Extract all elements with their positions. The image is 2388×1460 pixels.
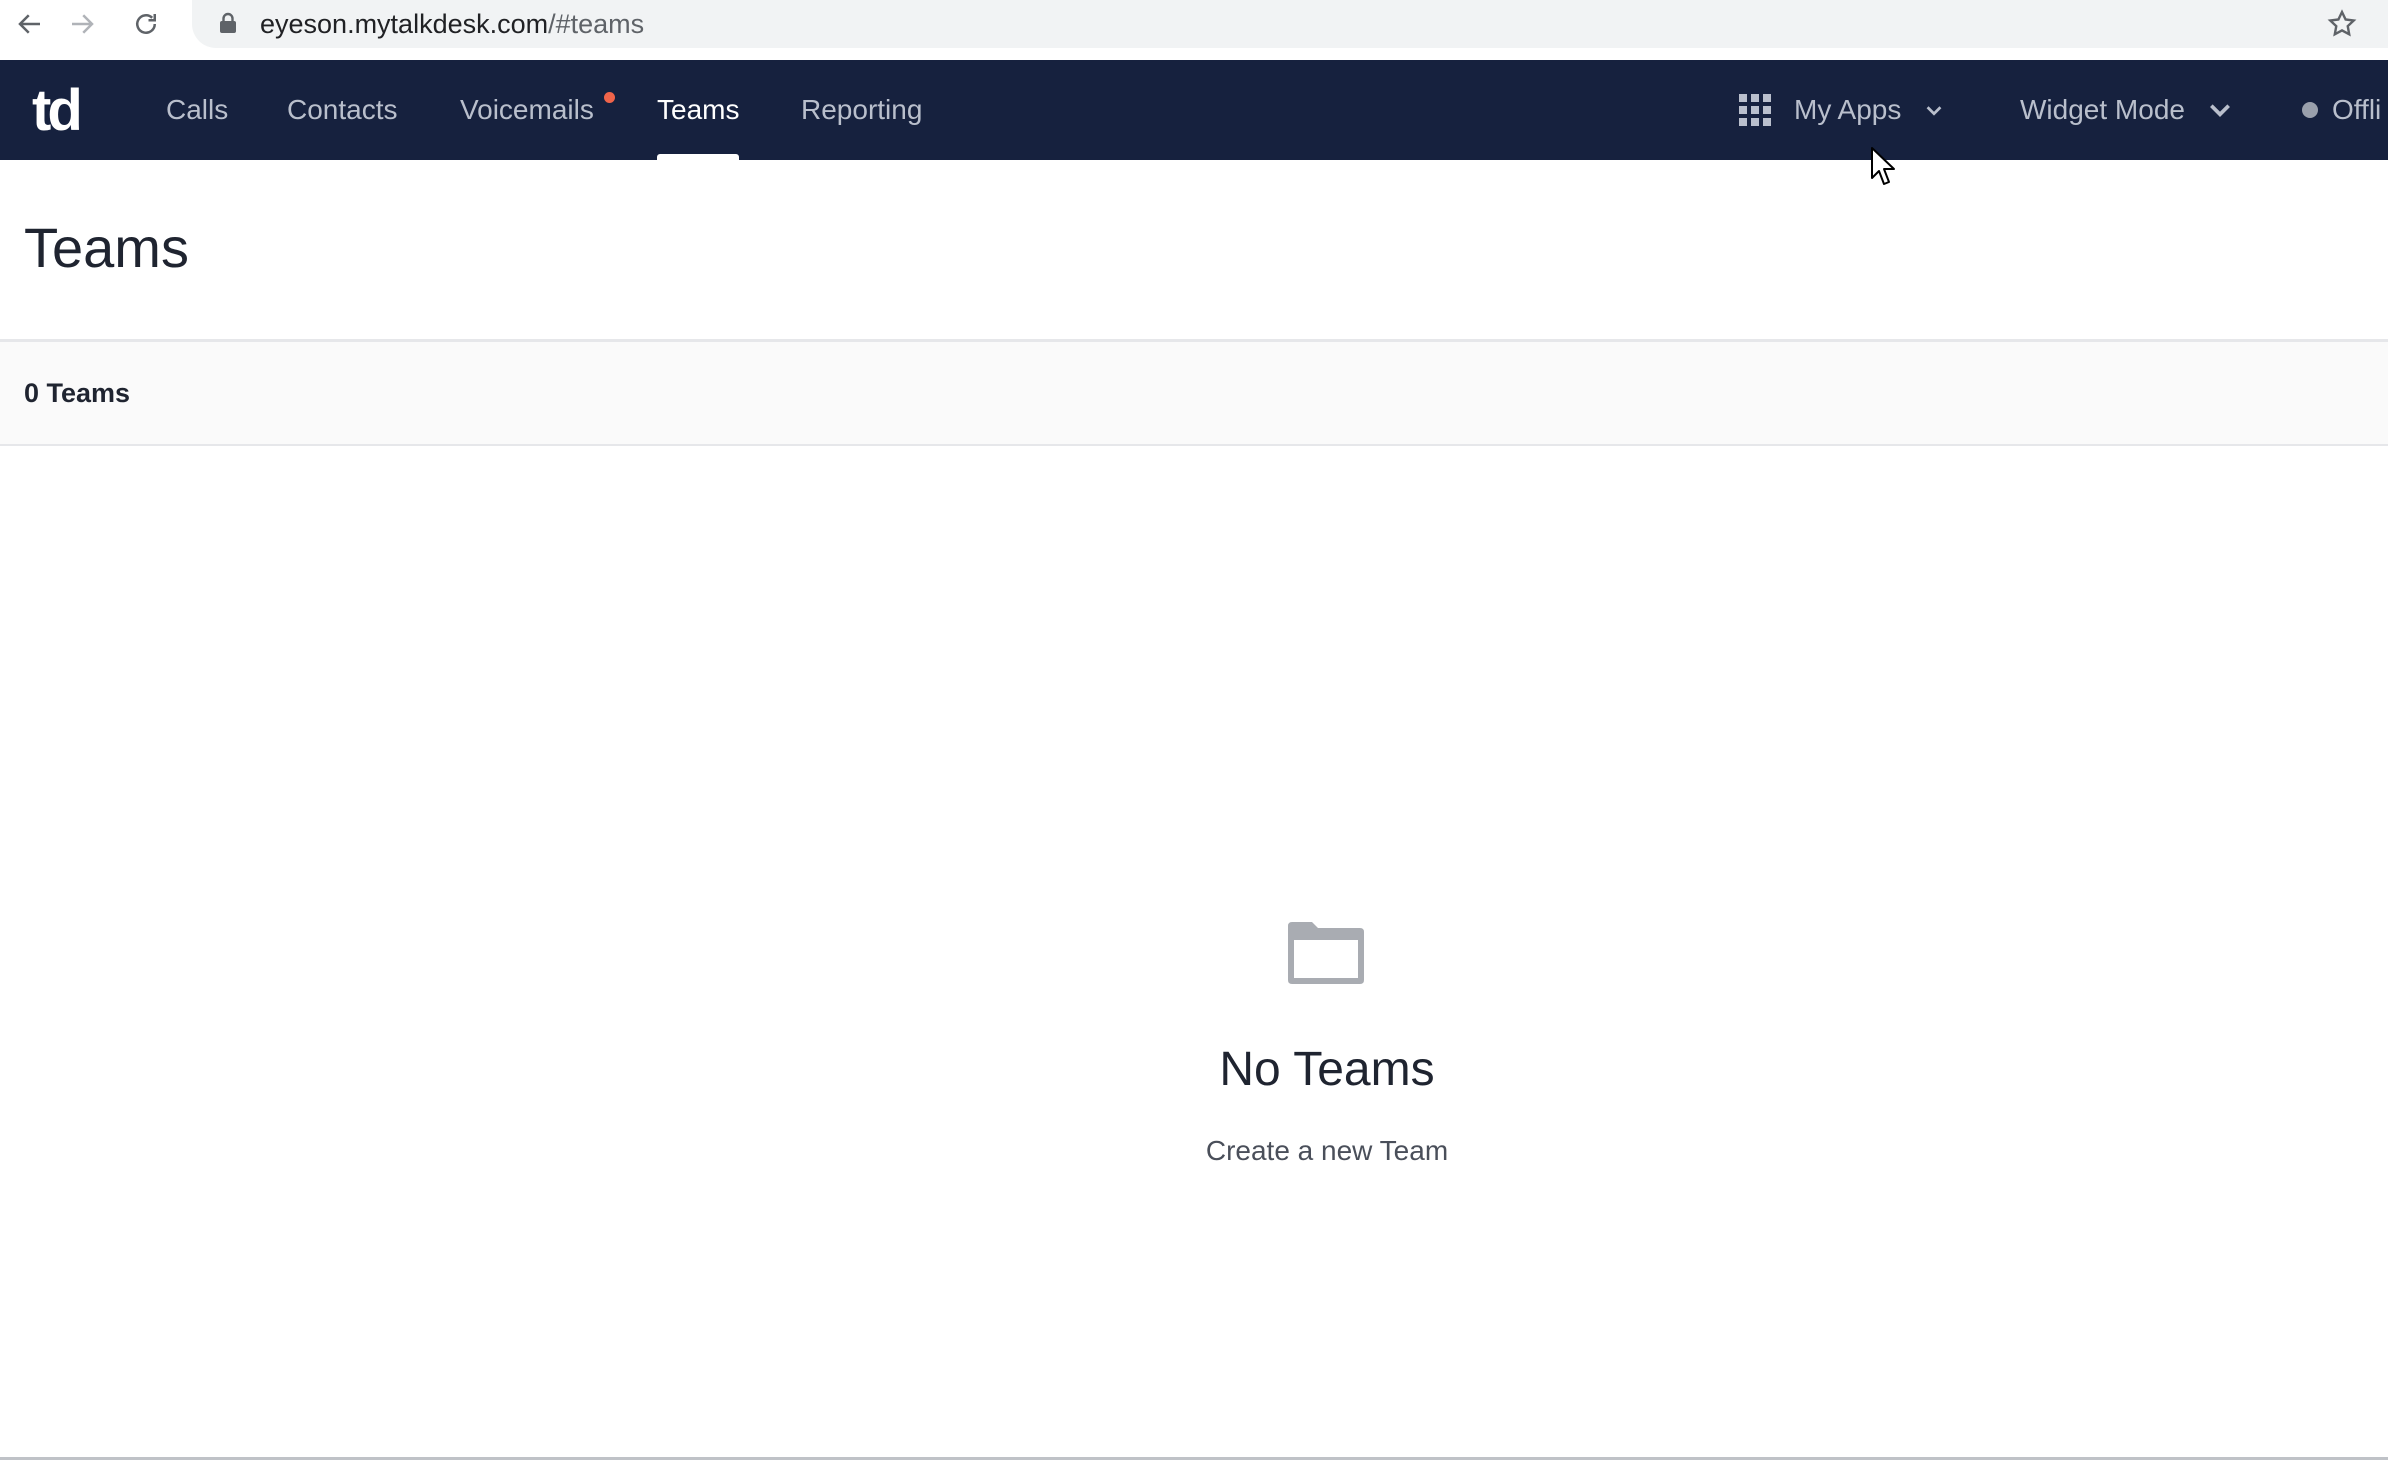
status-label: Offli — [2332, 94, 2382, 125]
back-button[interactable] — [0, 0, 60, 48]
chevron-down-icon — [1927, 106, 1942, 116]
tab-teams-label: Teams — [657, 94, 740, 125]
tab-calls-label: Calls — [166, 94, 229, 125]
tab-reporting[interactable]: Reporting — [801, 60, 922, 160]
tab-contacts-label: Contacts — [287, 94, 398, 125]
page-title: Teams — [24, 216, 189, 279]
my-apps-label: My Apps — [1794, 94, 1902, 125]
widget-mode-label: Widget Mode — [2020, 94, 2185, 125]
apps-grid-icon — [1739, 94, 1771, 126]
tab-contacts[interactable]: Contacts — [287, 60, 398, 160]
tab-teams[interactable]: Teams — [657, 60, 740, 160]
my-apps-dropdown[interactable]: My Apps — [1738, 60, 1945, 160]
reload-button[interactable] — [116, 0, 176, 48]
tab-calls[interactable]: Calls — [166, 60, 228, 160]
tab-voicemails[interactable]: Voicemails — [460, 60, 615, 160]
teams-count: 0 Teams — [24, 378, 131, 408]
arrow-right-icon — [72, 14, 94, 34]
widget-mode-dropdown[interactable]: Widget Mode — [2020, 60, 2233, 160]
lock-icon — [220, 12, 236, 33]
url-text: eyeson.mytalkdesk.com/#teams — [260, 8, 644, 40]
mouse-cursor-icon — [1871, 147, 1895, 185]
tab-voicemails-label: Voicemails — [460, 94, 594, 125]
empty-state-title: No Teams — [1219, 1043, 1435, 1096]
notification-dot — [604, 92, 615, 103]
browser-toolbar: eyeson.mytalkdesk.com/#teams — [0, 0, 2388, 60]
folder-icon — [1288, 922, 1364, 984]
page-header: Teams — [0, 160, 2388, 342]
create-team-link[interactable]: Create a new Team — [0, 1134, 2388, 1168]
chevron-down-icon — [2209, 104, 2230, 117]
talkdesk-logo[interactable]: td — [32, 82, 92, 138]
app-navbar: td Calls Contacts Voicemails Teams Repor… — [0, 60, 2388, 160]
reload-icon — [136, 14, 156, 34]
url-path: /#teams — [548, 9, 645, 39]
svg-text:td: td — [32, 82, 79, 138]
teams-count-bar: 0 Teams — [0, 342, 2388, 446]
status-dot — [2302, 102, 2318, 118]
forward-button[interactable] — [52, 0, 112, 48]
agent-status-dropdown[interactable]: Offli — [2302, 60, 2381, 160]
arrow-left-icon — [18, 14, 40, 34]
url-host: eyeson.mytalkdesk.com — [260, 9, 549, 39]
address-bar[interactable]: eyeson.mytalkdesk.com/#teams — [192, 0, 2388, 48]
tab-reporting-label: Reporting — [801, 94, 923, 125]
empty-state: No Teams Create a new Team — [0, 446, 2388, 1458]
bookmark-star-icon[interactable] — [2326, 8, 2358, 40]
